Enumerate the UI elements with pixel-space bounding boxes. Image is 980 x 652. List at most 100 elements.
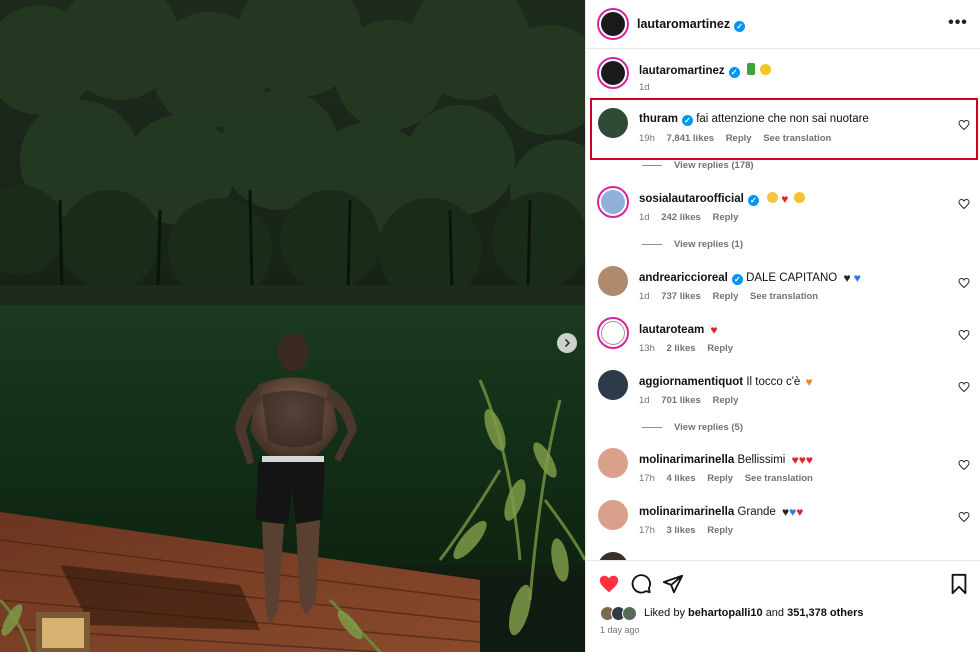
see-translation-button[interactable]: See translation	[745, 473, 813, 484]
commenter-username[interactable]: sosialautaroofficial	[639, 193, 744, 205]
post-actions-footer: Liked by behartopalli10 and 351,378 othe…	[586, 560, 980, 652]
comment-line: sosialautaroofficial ✓ ♥	[639, 192, 805, 206]
share-paper-plane-icon[interactable]	[662, 573, 684, 595]
commenter-avatar[interactable]	[598, 370, 628, 400]
red-heart-emoji-icon: ♥	[798, 453, 806, 467]
liked-by-line: Liked by behartopalli10 and 351,378 othe…	[644, 607, 864, 619]
more-options-button[interactable]: •••	[946, 14, 970, 34]
caption-avatar[interactable]	[597, 57, 629, 89]
comments-panel: lautaromartinez ✓ ••• lautaromartinez ✓ 1d	[585, 0, 980, 652]
reply-button[interactable]: Reply	[707, 473, 733, 484]
muscle-emoji-icon	[767, 192, 779, 203]
comment-bubble-icon[interactable]	[630, 573, 652, 595]
photo-scene	[0, 0, 585, 652]
view-replies-button[interactable]: View replies (1)	[642, 239, 743, 250]
save-bookmark-icon[interactable]	[948, 573, 970, 595]
comment-time: 17h	[639, 525, 655, 536]
orange-heart-emoji-icon: ♥	[805, 375, 813, 389]
comment-line: lautaroteam ♥	[639, 323, 718, 337]
comment-time: 13h	[639, 343, 655, 354]
commenter-username[interactable]: thuram	[639, 113, 678, 125]
black-heart-emoji-icon: ♥	[843, 271, 851, 285]
post-time-ago: 1 day ago	[600, 625, 640, 635]
author-username-link[interactable]: lautaromartinez ✓	[637, 17, 746, 32]
commenter-avatar[interactable]	[597, 186, 629, 218]
view-replies-button[interactable]: View replies (5)	[642, 422, 743, 433]
like-comment-heart-icon[interactable]	[958, 119, 970, 131]
comment-line: molinarimarinella Grande ♥♥♥	[639, 505, 803, 519]
comment-likes[interactable]: 242 likes	[661, 212, 701, 223]
commenter-avatar[interactable]	[598, 448, 628, 478]
commenter-username[interactable]: andreariccioreal	[639, 272, 728, 284]
liked-by-username[interactable]: behartopalli10	[688, 607, 763, 619]
comment-likes[interactable]: 737 likes	[661, 291, 701, 302]
comment-line: aggiornamentiquot Il tocco c'è ♥	[639, 375, 813, 389]
comment-likes[interactable]: 2 likes	[667, 343, 696, 354]
like-comment-heart-icon[interactable]	[958, 329, 970, 341]
like-comment-heart-icon[interactable]	[958, 511, 970, 523]
reply-button[interactable]: Reply	[707, 525, 733, 536]
red-heart-emoji-icon: ♥	[805, 453, 813, 467]
commenter-avatar[interactable]	[597, 317, 629, 349]
comment-line: andreariccioreal ✓ DALE CAPITANO ♥ ♥	[639, 271, 861, 285]
comment-meta: 13h 2 likes Reply	[639, 343, 742, 354]
chevron-right-icon	[564, 338, 571, 348]
liked-by-prefix: Liked by	[644, 607, 685, 619]
comment-time: 17h	[639, 473, 655, 484]
comment-likes[interactable]: 7,841 likes	[667, 133, 715, 144]
sun-emoji-icon	[760, 64, 772, 75]
comment-likes[interactable]: 3 likes	[667, 525, 696, 536]
post-header: lautaromartinez ✓ •••	[586, 0, 980, 49]
commenter-username[interactable]: molinarimarinella	[639, 454, 734, 466]
comment-time: 19h	[639, 133, 655, 144]
caption-line: lautaromartinez ✓	[639, 63, 772, 78]
comment-meta: 1d 737 likes Reply See translation	[639, 291, 827, 302]
battery-emoji-icon	[746, 63, 755, 75]
comment-time: 1d	[639, 212, 650, 223]
like-comment-heart-icon[interactable]	[958, 381, 970, 393]
like-comment-heart-icon[interactable]	[958, 277, 970, 289]
reply-button[interactable]: Reply	[712, 291, 738, 302]
reply-button[interactable]: Reply	[712, 212, 738, 223]
caption-time: 1d	[639, 82, 650, 93]
red-heart-emoji-icon: ♥	[796, 505, 804, 519]
commenter-avatar[interactable]	[598, 500, 628, 530]
reply-button[interactable]: Reply	[712, 395, 738, 406]
like-comment-heart-icon[interactable]	[958, 459, 970, 471]
comment-meta: 1d 242 likes Reply	[639, 212, 747, 223]
reply-button[interactable]: Reply	[707, 343, 733, 354]
verified-badge-icon: ✓	[681, 115, 693, 126]
comment-line: thuram ✓ fai attenzione che non sai nuota…	[639, 113, 869, 126]
commenter-avatar[interactable]	[598, 108, 628, 138]
author-avatar[interactable]	[597, 8, 629, 40]
liked-by-avatars[interactable]	[600, 606, 644, 622]
comment-meta: 19h 7,841 likes Reply See translation	[639, 133, 840, 144]
like-comment-heart-icon[interactable]	[958, 198, 970, 210]
post-photo	[0, 0, 585, 652]
commenter-username[interactable]: aggiornamentiquot	[639, 376, 743, 388]
comment-text: Grande	[737, 506, 776, 518]
commenter-username[interactable]: lautaroteam	[639, 324, 704, 336]
caption-username[interactable]: lautaromartinez	[639, 65, 725, 77]
comment-likes[interactable]: 701 likes	[661, 395, 701, 406]
see-translation-button[interactable]: See translation	[750, 291, 818, 302]
like-heart-filled-icon[interactable]	[598, 573, 620, 595]
author-username[interactable]: lautaromartinez	[637, 17, 730, 31]
commenter-avatar[interactable]	[598, 266, 628, 296]
highlight-box	[590, 98, 978, 160]
comments-list: lautaromartinez ✓ 1d thuram ✓ fai attenzio…	[586, 49, 980, 560]
comment-text: DALE CAPITANO	[746, 272, 838, 284]
verified-badge-icon: ✓	[747, 195, 759, 206]
view-replies-button[interactable]: View replies (178)	[642, 160, 754, 171]
comment-text: fai attenzione che non sai nuotare	[696, 113, 869, 125]
liked-by-others-link[interactable]: 351,378 others	[787, 607, 863, 619]
caption-meta: 1d	[639, 82, 659, 93]
next-photo-button[interactable]	[557, 333, 577, 353]
verified-badge-icon: ✓	[731, 274, 743, 285]
comment-likes[interactable]: 4 likes	[667, 473, 696, 484]
commenter-username[interactable]: molinarimarinella	[639, 506, 734, 518]
commenter-avatar[interactable]	[598, 552, 628, 560]
see-translation-button[interactable]: See translation	[763, 133, 831, 144]
comment-time: 1d	[639, 395, 650, 406]
reply-button[interactable]: Reply	[726, 133, 752, 144]
